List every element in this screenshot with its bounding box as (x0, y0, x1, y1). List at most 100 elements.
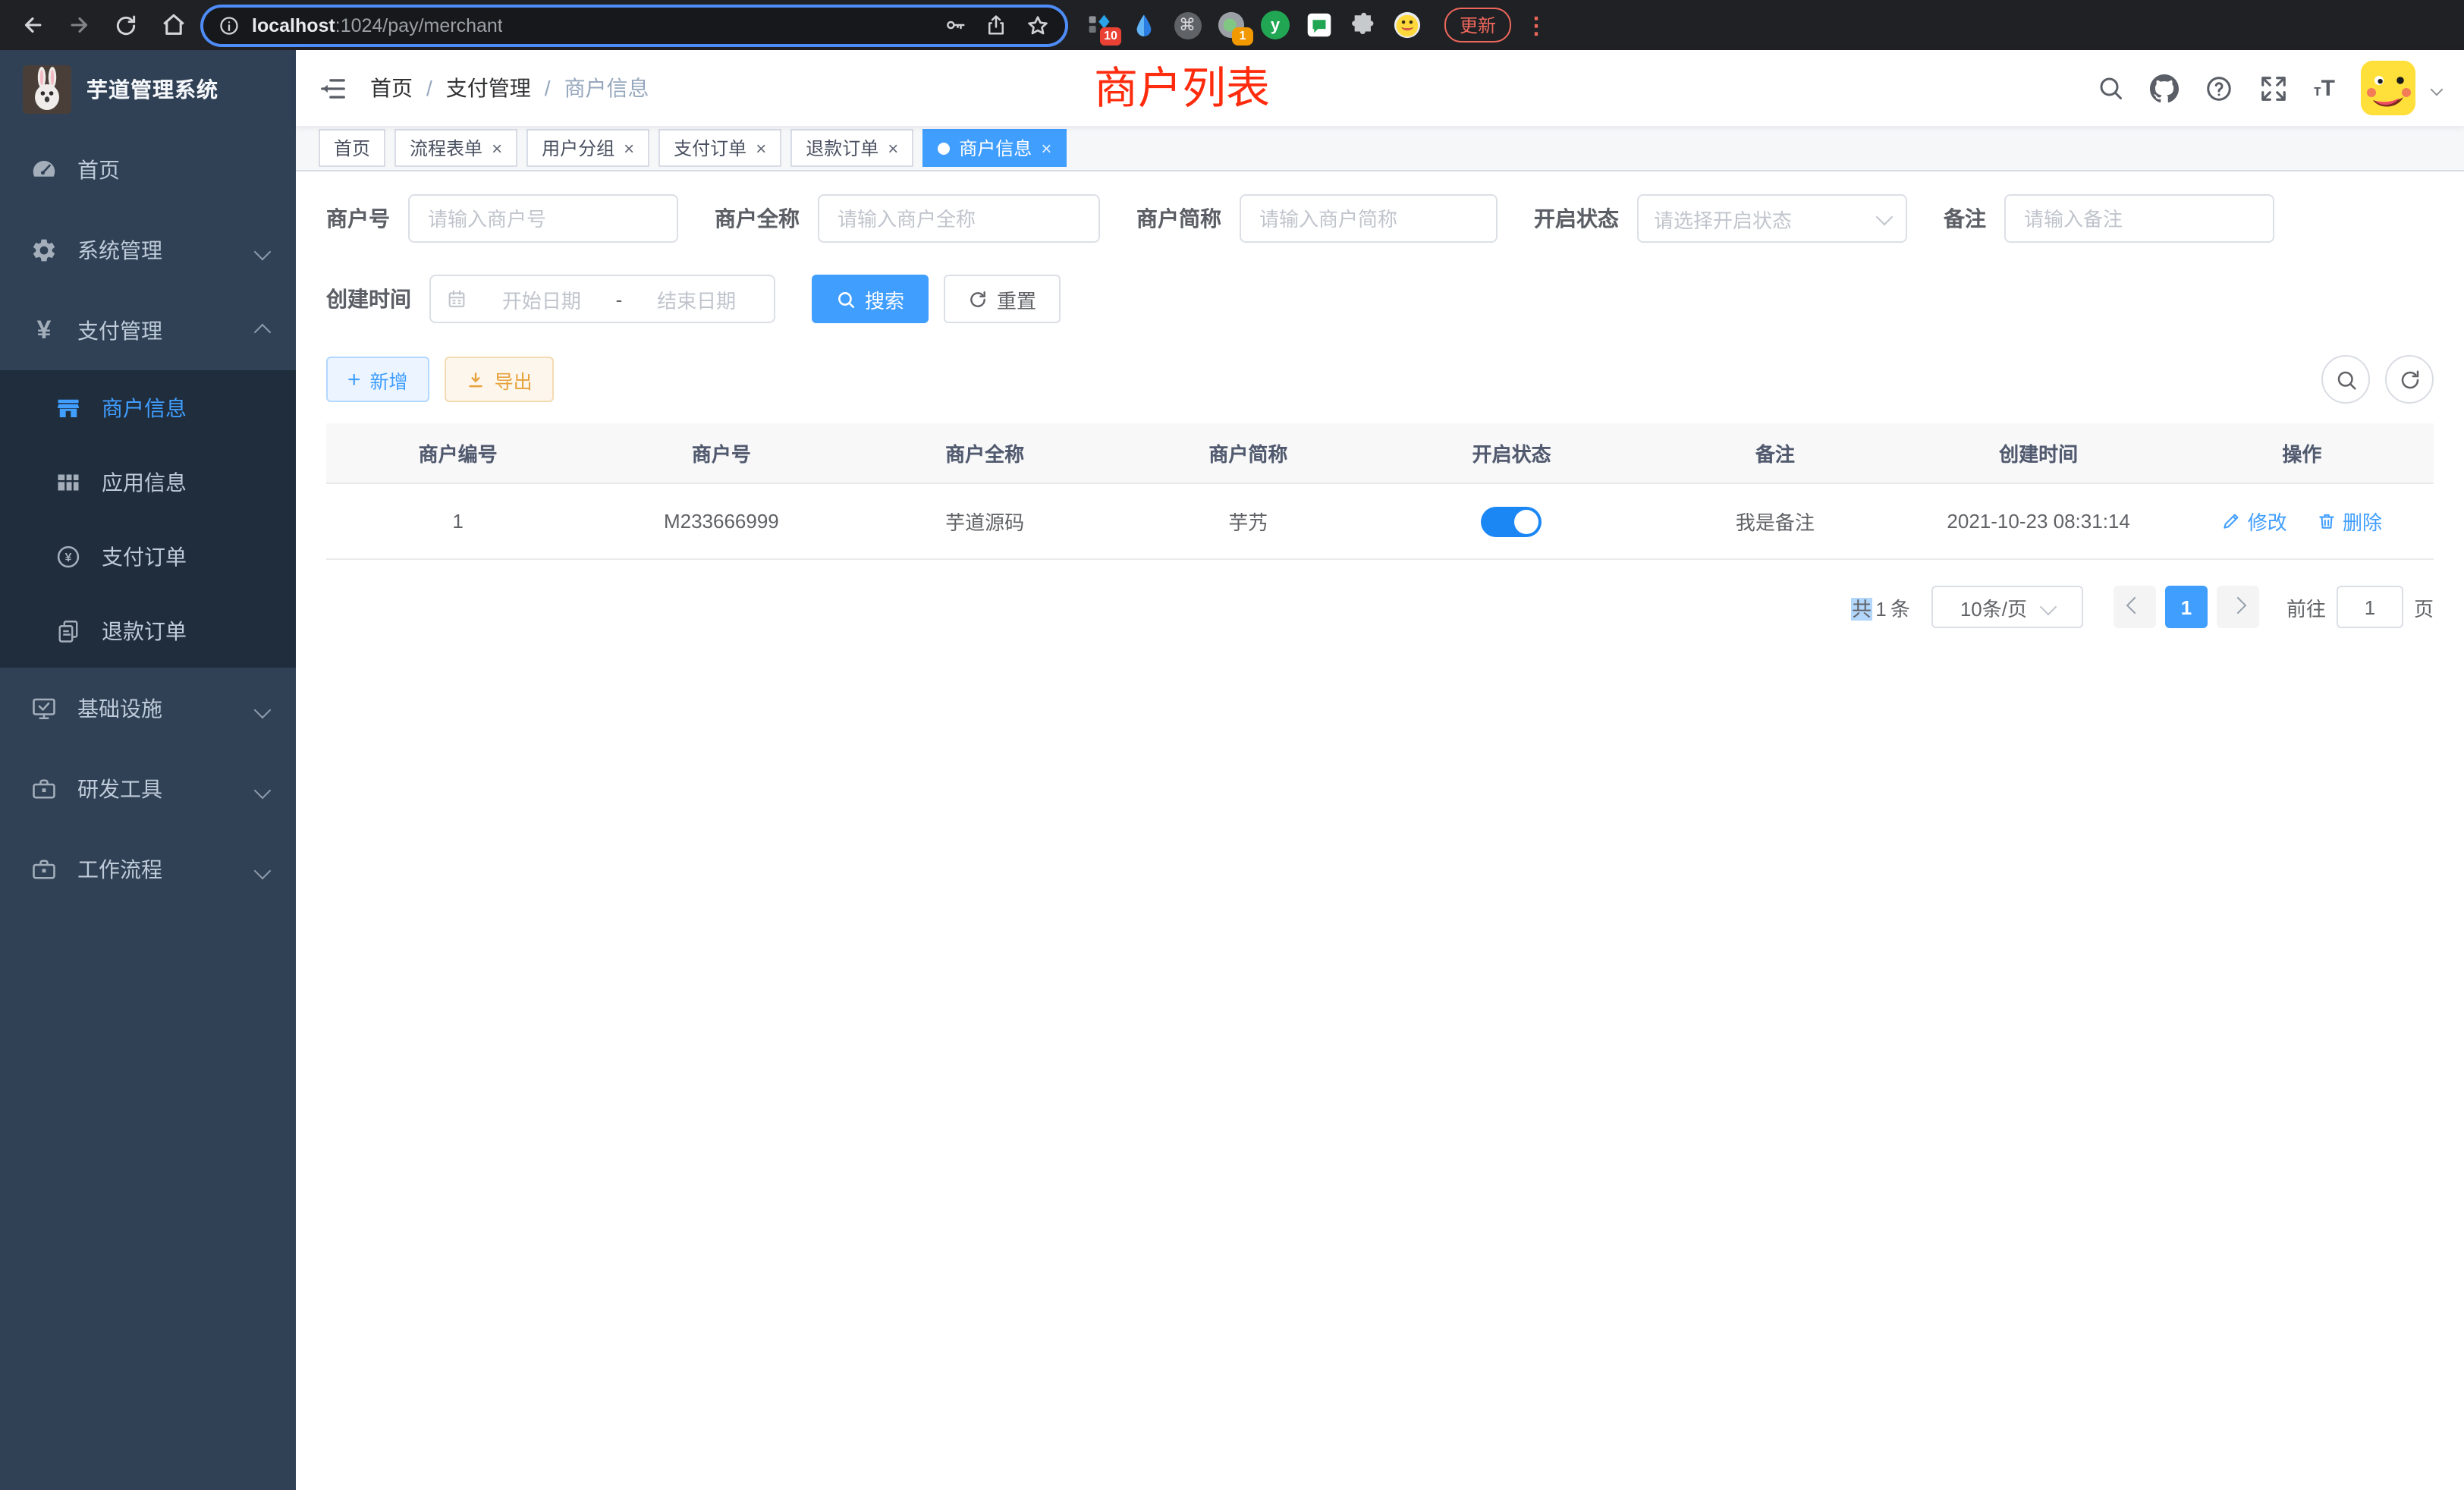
sidebar-item-label: 首页 (77, 154, 120, 184)
extensions-puzzle-icon[interactable] (1349, 11, 1378, 39)
top-navbar: 首页 / 支付管理 / 商户信息 тT (296, 50, 2464, 126)
search-icon (2097, 74, 2124, 102)
sidebar-item-refund-order[interactable]: 退款订单 (0, 593, 296, 668)
github-link-button[interactable] (2150, 74, 2179, 102)
tab-home[interactable]: 首页 (319, 129, 385, 167)
reset-button[interactable]: 重置 (944, 275, 1061, 323)
sidebar-item-infrastructure[interactable]: 基础设施 (0, 668, 296, 748)
search-button[interactable]: 搜索 (812, 275, 929, 323)
sidebar-item-label: 商户信息 (102, 392, 187, 423)
extension-y-icon[interactable]: y (1261, 11, 1290, 39)
page-size-select[interactable]: 10条/页 (1931, 586, 2083, 628)
sidebar-fold-button[interactable] (319, 74, 347, 102)
tab-label: 流程表单 (410, 135, 482, 161)
browser-update-button[interactable]: 更新 (1444, 8, 1511, 42)
browser-menu-button[interactable]: ⋮ (1525, 11, 1543, 39)
range-separator: - (616, 288, 623, 310)
sidebar-item-app-info[interactable]: 应用信息 (0, 445, 296, 519)
goto-page-input[interactable] (2337, 586, 2403, 628)
sidebar-item-label: 退款订单 (102, 615, 187, 646)
app-logo-row[interactable]: 芋道管理系统 (0, 50, 296, 129)
sidebar-item-system[interactable]: 系统管理 (0, 209, 296, 290)
bookmark-star-button[interactable] (1026, 13, 1050, 37)
edit-link[interactable]: 修改 (2222, 507, 2287, 536)
extension-notes-icon[interactable] (1305, 11, 1334, 39)
sidebar-item-workflow[interactable]: 工作流程 (0, 828, 296, 909)
extension-status-icon[interactable]: 1 (1217, 11, 1246, 39)
sidebar-item-label: 支付订单 (102, 541, 187, 571)
header-search-button[interactable] (2097, 74, 2124, 102)
total-suffix: 条 (1890, 597, 1910, 620)
chevron-down-icon (2040, 598, 2057, 615)
cell-remark: 我是备注 (1643, 483, 1906, 559)
sidebar-item-label: 基础设施 (77, 693, 162, 723)
add-button[interactable]: + 新增 (326, 357, 429, 402)
status-toggle[interactable] (1482, 506, 1542, 536)
page-1-button[interactable]: 1 (2165, 586, 2208, 628)
extension-drop-icon[interactable] (1129, 11, 1158, 39)
extension-command-icon[interactable]: ⌘ (1173, 11, 1202, 39)
help-button[interactable] (2205, 74, 2233, 102)
font-size-button[interactable]: тT (2314, 77, 2335, 99)
tab-close-icon[interactable]: × (1041, 139, 1051, 157)
gear-icon (30, 236, 58, 263)
sidebar-item-home[interactable]: 首页 (0, 129, 296, 209)
browser-forward-button[interactable] (62, 8, 96, 42)
refresh-table-button[interactable] (2385, 355, 2434, 404)
command-glyph: ⌘ (1179, 15, 1196, 35)
cell-short-name: 芋艿 (1117, 483, 1380, 559)
browser-extensions: 10 ⌘ 1 y (1085, 11, 1422, 39)
status-select[interactable]: 请选择开启状态 (1637, 194, 1907, 243)
breadcrumb-separator: / (545, 76, 551, 100)
total-prefix: 共 (1852, 597, 1872, 620)
tab-close-icon[interactable]: × (756, 139, 766, 157)
col-short-name: 商户简称 (1117, 423, 1380, 483)
url-bar[interactable]: localhost:1024/pay/merchant (203, 7, 1065, 43)
monitor-check-icon (30, 694, 58, 721)
sidebar-item-merchant-info[interactable]: 商户信息 (0, 370, 296, 445)
create-time-range-picker[interactable]: 开始日期 - 结束日期 (429, 275, 775, 323)
tab-process-form[interactable]: 流程表单 × (394, 129, 517, 167)
sidebar-item-payment[interactable]: ¥ 支付管理 (0, 290, 296, 370)
tab-close-icon[interactable]: × (888, 139, 898, 157)
sidebar-item-dev-tools[interactable]: 研发工具 (0, 748, 296, 828)
refresh-icon (2398, 368, 2421, 391)
tab-refund-order[interactable]: 退款订单 × (790, 129, 913, 167)
chevron-down-icon (1876, 208, 1894, 225)
tab-label: 退款订单 (806, 135, 878, 161)
full-name-input[interactable] (818, 194, 1100, 243)
toolbox-icon (30, 775, 58, 802)
cell-merchant-id: 1 (326, 483, 589, 559)
breadcrumb-home[interactable]: 首页 (370, 73, 413, 103)
tab-close-icon[interactable]: × (492, 139, 502, 157)
url-path: :1024/pay/merchant (335, 14, 503, 36)
tab-merchant-info[interactable]: 商户信息× (922, 129, 1067, 167)
export-button[interactable]: 导出 (445, 357, 554, 402)
browser-home-button[interactable] (156, 8, 190, 42)
share-button[interactable] (985, 14, 1007, 36)
user-avatar[interactable] (2361, 61, 2415, 115)
avatar-caret-icon[interactable] (2432, 74, 2441, 102)
sidebar-item-pay-order[interactable]: ¥ 支付订单 (0, 519, 296, 593)
browser-back-button[interactable] (15, 8, 49, 42)
fullscreen-button[interactable] (2259, 74, 2288, 102)
tab-user-group[interactable]: 用户分组× (526, 129, 649, 167)
prev-page-button[interactable] (2114, 586, 2156, 628)
tab-close-icon[interactable]: × (624, 139, 634, 157)
profile-emoji-icon[interactable] (1393, 11, 1422, 39)
filter-label-status: 开启状态 (1534, 203, 1619, 234)
breadcrumb-payment[interactable]: 支付管理 (446, 73, 531, 103)
extension-tiles-icon[interactable]: 10 (1085, 11, 1114, 39)
delete-link[interactable]: 删除 (2317, 507, 2382, 536)
password-key-button[interactable] (944, 14, 966, 36)
extension-badge-count: 10 (1100, 27, 1121, 46)
merchant-no-input[interactable] (408, 194, 678, 243)
chevron-down-icon (254, 862, 272, 879)
col-remark: 备注 (1643, 423, 1906, 483)
remark-input[interactable] (2004, 194, 2274, 243)
next-page-button[interactable] (2217, 586, 2259, 628)
tab-pay-order[interactable]: 支付订单× (658, 129, 781, 167)
browser-reload-button[interactable] (109, 8, 143, 42)
toggle-search-button[interactable] (2321, 355, 2370, 404)
short-name-input[interactable] (1240, 194, 1498, 243)
